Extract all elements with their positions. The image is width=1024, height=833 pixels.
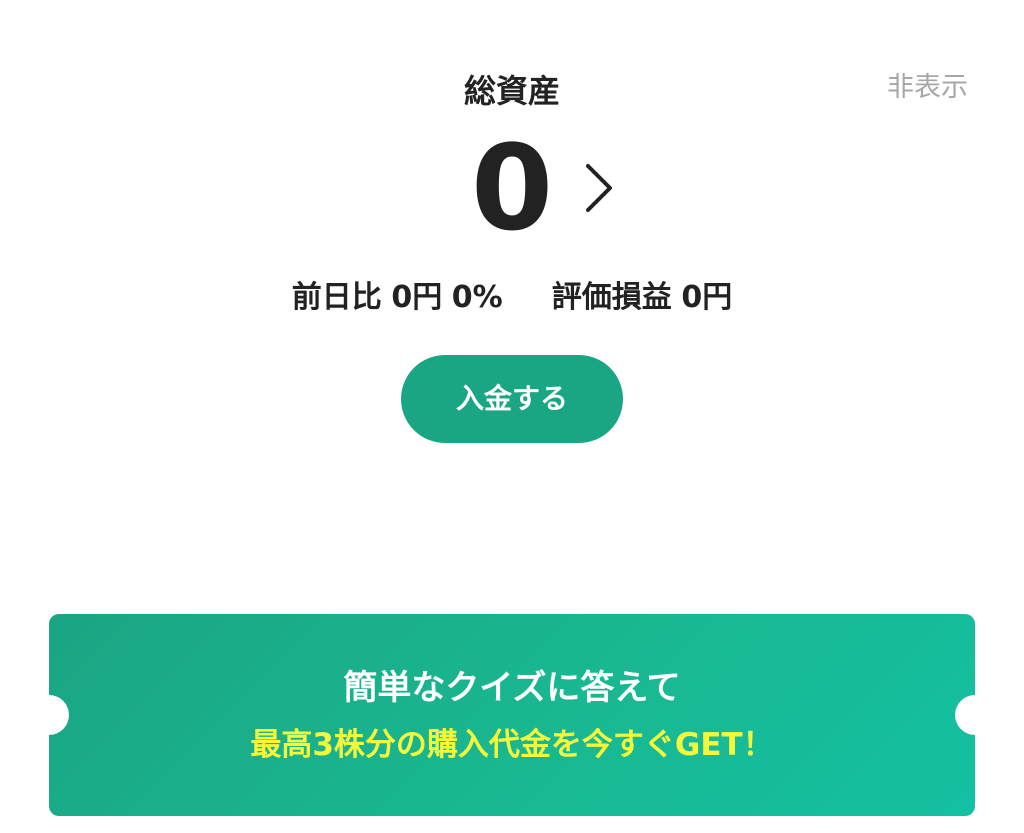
banner-headline: 簡単なクイズに答えて: [343, 668, 681, 708]
deposit-button[interactable]: 入金する: [401, 355, 623, 443]
total-assets-row: 0: [0, 128, 1024, 248]
day-change-percent: 0%: [451, 280, 503, 315]
portfolio-summary-page: 総資産 非表示 0 前日比 0円 0% 評価損益 0円 入金する 簡単なクイズに…: [0, 0, 1024, 833]
total-assets-value: 0: [470, 119, 554, 257]
unrealized-pl-amount: 0円: [681, 280, 733, 315]
quiz-campaign-banner[interactable]: [29, 614, 995, 816]
day-change-label: 前日比: [291, 280, 382, 315]
total-assets-title: 総資産: [463, 72, 560, 110]
hide-toggle-link[interactable]: 非表示: [887, 66, 968, 110]
day-change-amount: 0円: [391, 280, 443, 315]
performance-summary: 前日比 0円 0% 評価損益 0円: [0, 274, 1024, 322]
banner-offer-text: 最高3株分の購入代金を今すぐGET！: [250, 727, 774, 763]
unrealized-pl-label: 評価損益: [551, 280, 672, 315]
chevron-right-icon[interactable]: [578, 160, 618, 216]
